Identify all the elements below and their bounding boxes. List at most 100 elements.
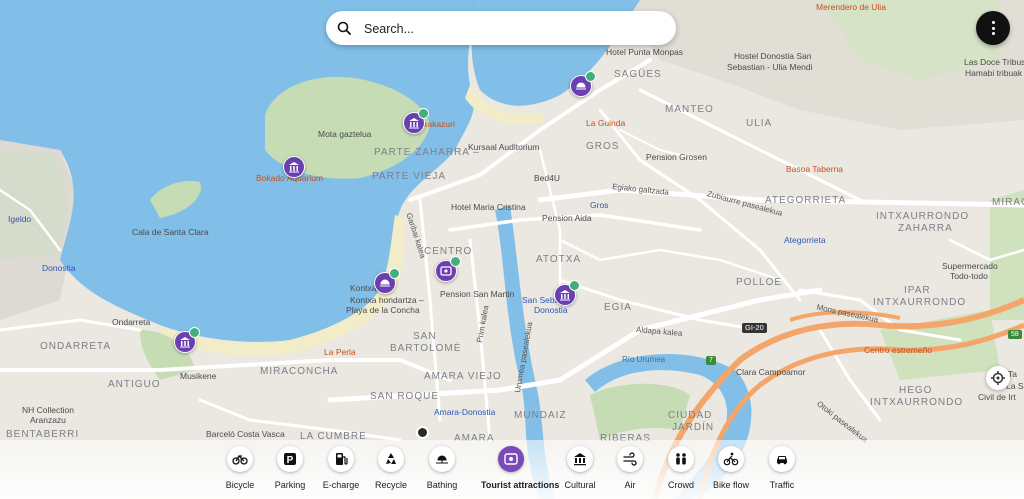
district-label: ZAHARRA [898,223,953,234]
district-label: GROS [586,141,620,152]
road-shield: 7 [706,356,716,365]
poi-label[interactable]: Hotel Punta Monpas [606,48,683,57]
category-label: Traffic [769,480,795,490]
poi-label[interactable]: Pension San Martin [440,290,514,299]
poi-label[interactable]: Amara-Donostia [434,408,495,417]
search-bar[interactable] [326,11,676,47]
poi-label[interactable]: Civil de Irt [978,393,1016,402]
poi-label[interactable]: La Perla [324,348,356,357]
attraction-marker[interactable] [283,156,305,178]
poi-label[interactable]: Ategorrieta [784,236,826,245]
category-bathing[interactable]: Bathing [412,446,472,490]
attraction-marker[interactable] [435,256,461,282]
poi-label[interactable]: La Guinda [586,119,625,128]
poi-label[interactable]: Kursaal Auditorium [468,143,539,152]
poi-label[interactable]: Ondarreta [112,318,150,327]
poi-label[interactable]: Hamabi tribuak [965,69,1022,78]
poi-label[interactable]: Barceló Costa Vasca [206,430,285,439]
poi-label[interactable]: Centro estremeño [864,346,932,355]
search-input[interactable] [362,11,666,47]
poi-label[interactable]: Mota gaztelua [318,130,371,139]
car-icon [777,456,787,465]
poi-label[interactable]: Pension Aida [542,214,592,223]
locate-me-button[interactable] [986,366,1010,390]
poi-label[interactable]: Playa de la Concha [346,306,420,315]
fuel-pump-icon [336,453,348,465]
poi-label[interactable]: Pension Grosen [646,153,707,162]
district-label: ANTIGUO [108,379,161,390]
bicycle-icon [232,454,248,465]
attraction-marker[interactable] [403,108,429,134]
cyclist-icon [723,452,739,466]
district-label: INTXAURRONDO [876,211,970,222]
museum-icon [409,118,419,129]
crosshair-icon [991,371,1005,385]
poi-label[interactable]: Aranzazu [30,416,66,425]
poi-label[interactable]: Hostel Donostia San [734,52,812,61]
poi-label[interactable]: Merendero de Ulia [816,3,886,12]
district-label: SAGÜES [614,69,662,80]
poi-label[interactable]: Kontxa [350,284,376,293]
poi-label[interactable]: Gros [590,201,608,210]
district-label: PARTE ZAHARRA – [374,147,480,158]
category-label: Bathing [426,480,458,490]
category-traffic[interactable]: Traffic [752,446,812,490]
road-shield: 58 [1008,330,1022,339]
map-canvas[interactable] [0,0,1024,499]
district-label: JARDÍN [672,422,715,433]
attraction-marker[interactable] [374,268,400,294]
poi-label[interactable]: Donostia [534,306,568,315]
category-label: Tourist attractions [481,480,560,490]
museum-icon [289,162,299,173]
user-location-dot [416,426,429,439]
district-label: AMARA VIEJO [424,371,502,382]
poi-label[interactable]: Supermercado [942,262,998,271]
district-label: HEGO [899,385,933,396]
district-label: ATOTXA [536,254,582,265]
district-label: MIRAC [992,197,1024,208]
attraction-marker[interactable] [554,280,580,306]
poi-label[interactable]: Donostia [42,264,76,273]
beach-icon [436,455,448,464]
poi-label[interactable]: NH Collection [22,406,74,415]
parking-icon: P [284,453,296,466]
district-label: CIUDAD [668,410,713,421]
poi-label[interactable]: Hotel Maria Cristina [451,203,526,212]
more-menu-button[interactable] [976,11,1010,45]
road-shield: GI-20 [742,323,767,333]
poi-label[interactable]: Todo-todo [950,272,988,281]
poi-label[interactable]: Las Doce Tribus [964,58,1024,67]
poi-label[interactable]: Cala de Santa Clara [132,228,209,237]
street-label: Río Urumea [622,355,666,364]
district-label: ULIA [746,118,773,129]
district-label: BARTOLOMÉ [390,343,462,354]
beach-icon [576,82,586,90]
poi-label[interactable]: Clara Campoamor [736,368,805,377]
people-icon [676,453,686,465]
district-label: INTXAURRONDO [873,297,967,308]
attraction-marker[interactable] [570,71,596,97]
poi-label[interactable]: Bed4U [534,174,560,183]
district-label: MIRACONCHA [260,366,339,377]
beach-icon [380,279,390,287]
district-label: MUNDAIZ [514,410,567,421]
district-label: SAN [413,331,437,342]
svg-text:P: P [287,455,294,466]
museum-icon [560,290,570,301]
poi-label[interactable]: Basoa Taberna [786,165,843,174]
district-label: ONDARRETA [40,341,112,352]
poi-label[interactable]: Musikene [180,372,216,381]
district-label: IPAR [904,285,931,296]
poi-label[interactable]: Igeldo [8,215,31,224]
poi-label[interactable]: Kontxa hondartza – [350,296,424,305]
category-tourist-attractions[interactable]: Tourist attractions [481,446,560,490]
attraction-marker[interactable] [174,327,200,353]
wind-icon [623,452,637,466]
district-label: PARTE VIEJA [372,171,446,182]
search-icon [337,21,351,35]
district-label: INTXAURRONDO [870,397,964,408]
map-pin-icon [440,266,452,276]
recycle-icon [386,453,396,464]
district-label: MANTEO [665,104,714,115]
poi-label[interactable]: Sebastian - Ulia Mendi [727,63,813,72]
